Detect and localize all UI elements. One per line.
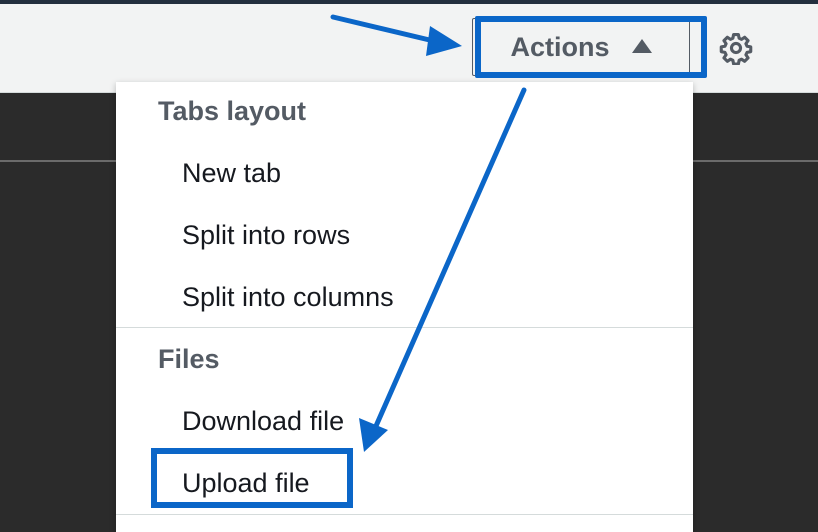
gear-icon bbox=[719, 32, 753, 65]
menu-item-new-tab[interactable]: New tab bbox=[182, 158, 281, 189]
actions-dropdown-menu: Tabs layout New tab Split into rows Spli… bbox=[116, 82, 693, 532]
actions-button[interactable]: Actions bbox=[472, 18, 690, 76]
menu-item-split-columns[interactable]: Split into columns bbox=[182, 282, 394, 313]
console-page: Actions Tabs layout New tab Split into r… bbox=[0, 0, 818, 532]
menu-item-split-rows[interactable]: Split into rows bbox=[182, 220, 350, 251]
actions-label: Actions bbox=[510, 31, 610, 62]
menu-item-download-file[interactable]: Download file bbox=[182, 406, 344, 437]
toolbar bbox=[0, 4, 818, 93]
menu-item-upload-file[interactable]: Upload file bbox=[182, 468, 310, 499]
menu-group-header: Files bbox=[158, 344, 220, 374]
menu-divider bbox=[116, 327, 693, 328]
menu-group-header: Tabs layout bbox=[158, 96, 307, 126]
settings-button[interactable] bbox=[716, 28, 756, 68]
caret-up-icon bbox=[631, 39, 652, 53]
menu-divider bbox=[116, 514, 693, 515]
